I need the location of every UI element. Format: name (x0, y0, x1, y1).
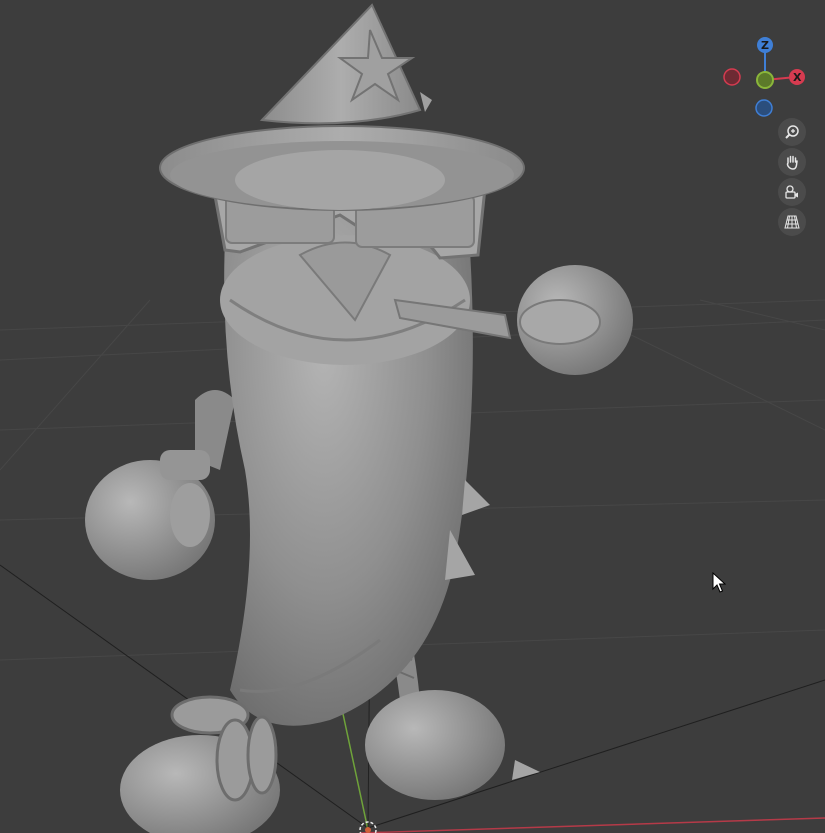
mouse-cursor-icon (712, 572, 726, 593)
gizmo-neg-z (755, 99, 773, 117)
character-model (85, 3, 633, 833)
gizmo-z-label: Z (761, 39, 769, 52)
pan-button[interactable] (778, 148, 806, 176)
gizmo-x-label: X (793, 71, 802, 84)
camera-icon (785, 185, 798, 199)
x-axis-line (359, 817, 825, 833)
zoom-icon (785, 125, 799, 139)
gizmo-neg-x (723, 68, 741, 86)
hand-icon (786, 155, 798, 170)
navigation-gizmo[interactable]: Z X (723, 37, 805, 117)
perspective-toggle-button[interactable] (778, 208, 806, 236)
scene-canvas[interactable]: Z X (0, 0, 825, 833)
3d-viewport[interactable]: Z X (0, 0, 825, 833)
zoom-button[interactable] (778, 118, 806, 146)
grid-icon (784, 215, 800, 229)
gizmo-y (756, 71, 774, 89)
camera-view-button[interactable] (778, 178, 806, 206)
